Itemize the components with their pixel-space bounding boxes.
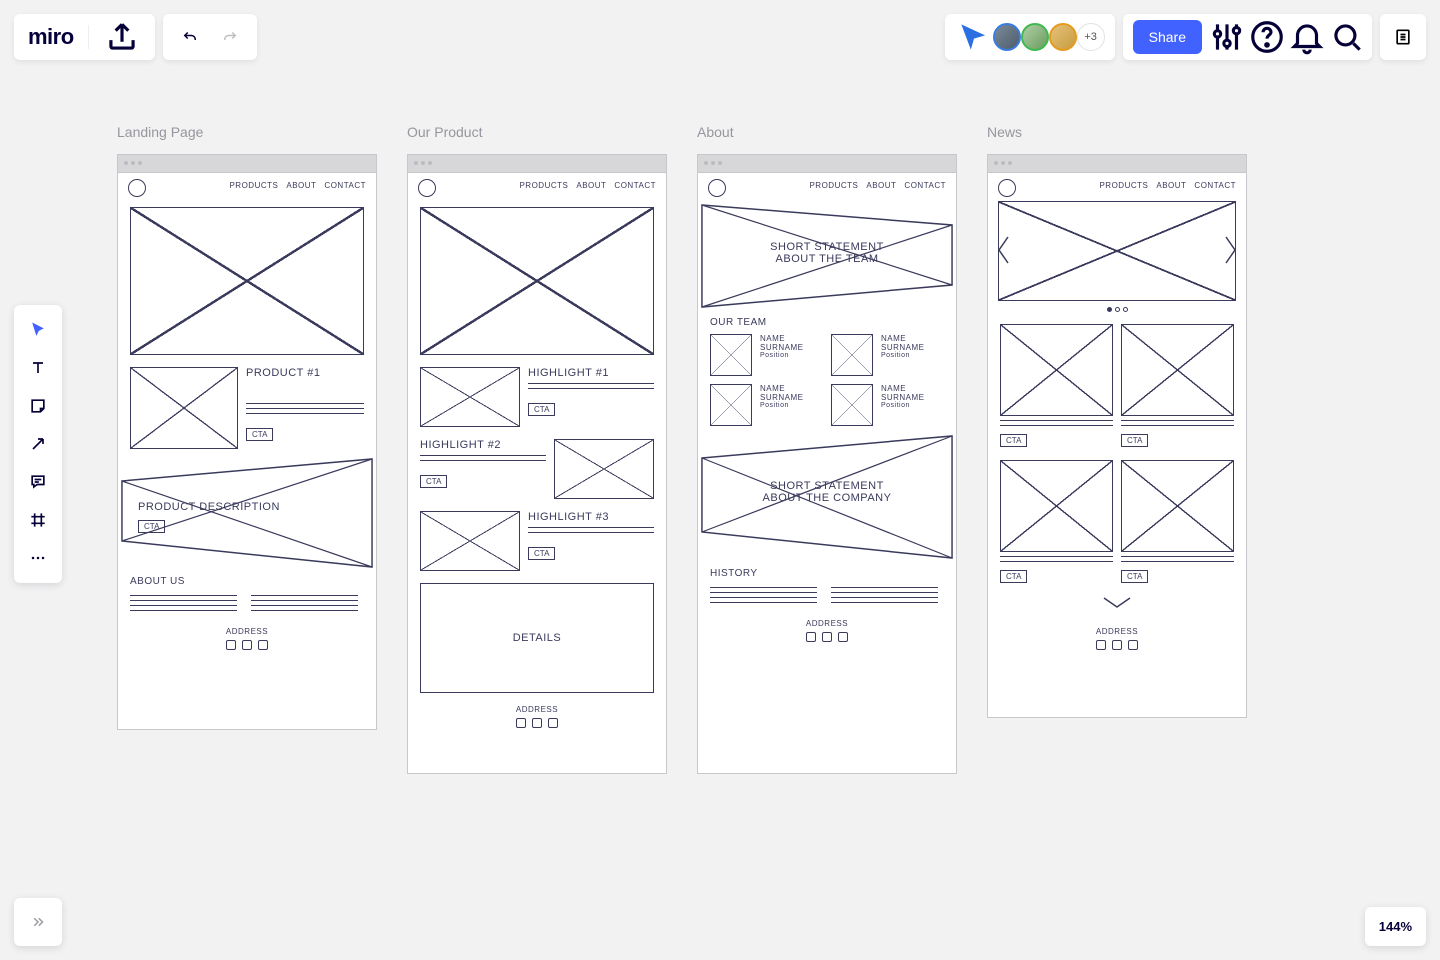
share-button[interactable]: Share bbox=[1133, 20, 1202, 54]
wf-cta: CTA bbox=[1121, 434, 1148, 447]
wf-nav: PRODUCTS bbox=[1099, 181, 1148, 190]
board-header: miro bbox=[14, 14, 155, 60]
wf-label: NAME bbox=[881, 334, 944, 343]
expand-panel-icon[interactable] bbox=[14, 898, 62, 946]
avatar[interactable] bbox=[993, 23, 1021, 51]
bell-icon[interactable] bbox=[1288, 18, 1326, 56]
avatar[interactable] bbox=[1021, 23, 1049, 51]
wf-label: ADDRESS bbox=[710, 619, 944, 628]
wf-cta: CTA bbox=[1121, 570, 1148, 583]
export-icon[interactable] bbox=[103, 18, 141, 56]
wf-label: SURNAME bbox=[760, 393, 823, 402]
redo-icon[interactable] bbox=[211, 18, 249, 56]
wf-cta: CTA bbox=[1000, 570, 1027, 583]
avatar[interactable] bbox=[1049, 23, 1077, 51]
comment-tool-icon[interactable] bbox=[19, 463, 57, 501]
wf-label: HISTORY bbox=[710, 568, 944, 579]
frame-title: Landing Page bbox=[117, 124, 377, 140]
frame-title: About bbox=[697, 124, 957, 140]
wf-label: SURNAME bbox=[881, 343, 944, 352]
wf-nav: CONTACT bbox=[904, 181, 946, 190]
frame-about[interactable]: About PRODUCTS ABOUT CONTACT bbox=[697, 124, 957, 774]
wf-label: ABOUT US bbox=[130, 576, 364, 587]
wf-nav: ABOUT bbox=[576, 181, 606, 190]
wf-nav: ABOUT bbox=[1156, 181, 1186, 190]
wf-nav: PRODUCTS bbox=[809, 181, 858, 190]
miro-logo[interactable]: miro bbox=[28, 24, 74, 50]
left-toolbar bbox=[14, 305, 62, 583]
wf-nav: CONTACT bbox=[614, 181, 656, 190]
frame-our-product[interactable]: Our Product PRODUCTS ABOUT CONTACT HIGHL… bbox=[407, 124, 667, 774]
wf-label: Position bbox=[881, 402, 944, 409]
divider bbox=[88, 25, 89, 49]
wf-cta: CTA bbox=[528, 547, 555, 560]
share-panel: Share bbox=[1123, 14, 1372, 60]
wf-nav: CONTACT bbox=[1194, 181, 1236, 190]
wf-label: Position bbox=[760, 352, 823, 359]
wf-label: ADDRESS bbox=[420, 705, 654, 714]
wf-label: ADDRESS bbox=[130, 627, 364, 636]
zoom-level[interactable]: 144% bbox=[1365, 907, 1426, 946]
sticky-note-tool-icon[interactable] bbox=[19, 387, 57, 425]
wf-label: NAME bbox=[760, 384, 823, 393]
search-icon[interactable] bbox=[1328, 18, 1366, 56]
wf-label: Position bbox=[760, 402, 823, 409]
wf-label: PRODUCT DESCRIPTION bbox=[138, 501, 280, 513]
wf-label: SHORT STATEMENT bbox=[700, 241, 954, 253]
wf-label: SHORT STATEMENT bbox=[700, 480, 954, 492]
collaborators: +3 bbox=[945, 14, 1115, 60]
wf-label: DETAILS bbox=[513, 632, 562, 644]
wf-cta: CTA bbox=[246, 428, 273, 441]
select-tool-icon[interactable] bbox=[19, 311, 57, 349]
wf-label: SURNAME bbox=[760, 343, 823, 352]
wf-label: HIGHLIGHT #2 bbox=[420, 439, 546, 451]
history-controls bbox=[163, 14, 257, 60]
wf-cta: CTA bbox=[528, 403, 555, 416]
wf-label: ADDRESS bbox=[1000, 627, 1234, 636]
wf-label: OUR TEAM bbox=[710, 317, 944, 328]
wf-label: HIGHLIGHT #1 bbox=[528, 367, 654, 379]
wf-label: HIGHLIGHT #3 bbox=[528, 511, 654, 523]
wf-label: NAME bbox=[760, 334, 823, 343]
wf-label: Position bbox=[881, 352, 944, 359]
more-tools-icon[interactable] bbox=[19, 539, 57, 577]
wf-nav: ABOUT bbox=[286, 181, 316, 190]
wf-label: ABOUT THE TEAM bbox=[700, 253, 954, 265]
help-icon[interactable] bbox=[1248, 18, 1286, 56]
wf-label: SURNAME bbox=[881, 393, 944, 402]
activity-icon[interactable] bbox=[1380, 14, 1426, 60]
wf-cta: CTA bbox=[420, 475, 447, 488]
frame-tool-icon[interactable] bbox=[19, 501, 57, 539]
wf-label: NAME bbox=[881, 384, 944, 393]
frame-news[interactable]: News PRODUCTS ABOUT CONTACT bbox=[987, 124, 1247, 774]
canvas[interactable]: Landing Page PRODUCTS ABOUT CONTACT PROD… bbox=[117, 124, 1247, 774]
cursor-follow-icon[interactable] bbox=[955, 18, 993, 56]
avatar-more[interactable]: +3 bbox=[1077, 23, 1105, 51]
wf-nav: CONTACT bbox=[324, 181, 366, 190]
frame-landing-page[interactable]: Landing Page PRODUCTS ABOUT CONTACT PROD… bbox=[117, 124, 377, 774]
text-tool-icon[interactable] bbox=[19, 349, 57, 387]
wf-nav: PRODUCTS bbox=[519, 181, 568, 190]
arrow-tool-icon[interactable] bbox=[19, 425, 57, 463]
wf-nav: PRODUCTS bbox=[229, 181, 278, 190]
wf-nav: ABOUT bbox=[866, 181, 896, 190]
wf-cta: CTA bbox=[138, 520, 165, 533]
frame-title: Our Product bbox=[407, 124, 667, 140]
undo-icon[interactable] bbox=[171, 18, 209, 56]
frame-title: News bbox=[987, 124, 1247, 140]
wf-label: PRODUCT #1 bbox=[246, 367, 364, 379]
settings-icon[interactable] bbox=[1208, 18, 1246, 56]
wf-label: ABOUT THE COMPANY bbox=[700, 492, 954, 504]
wf-cta: CTA bbox=[1000, 434, 1027, 447]
